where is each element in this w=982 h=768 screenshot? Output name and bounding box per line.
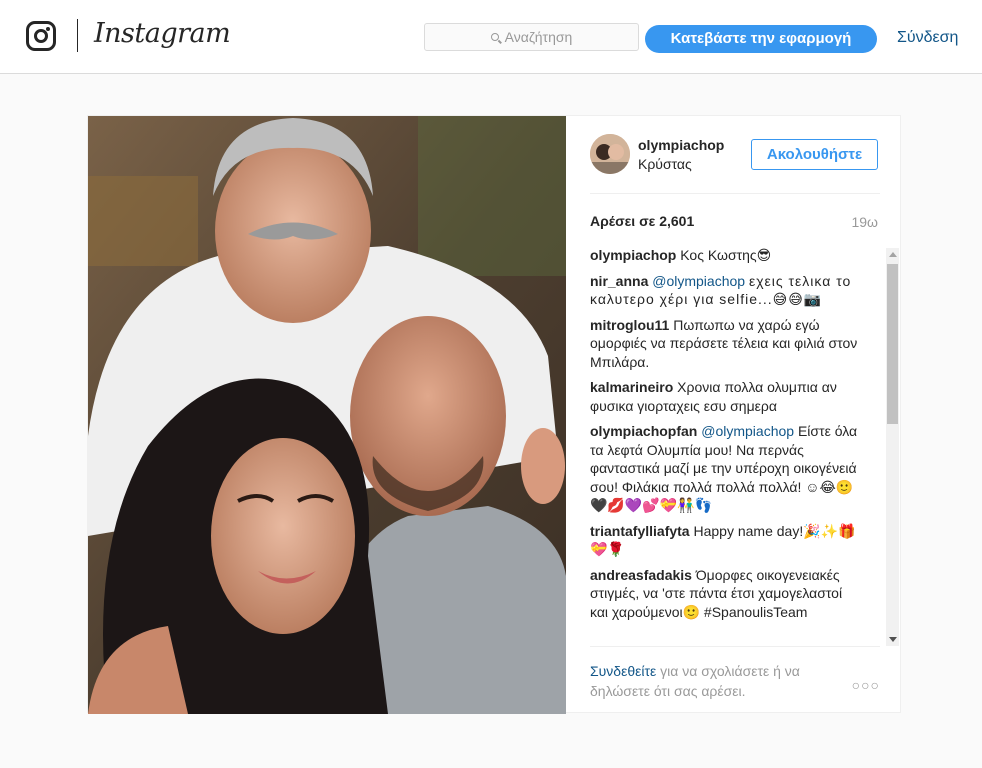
search-placeholder: Αναζήτηση [504,29,573,45]
post-sidebar: olympiachop Κρύστας Ακολουθήστε Αρέσει σ… [566,116,902,714]
post-location[interactable]: Κρύστας [638,156,692,172]
more-options-icon[interactable]: ○○○ [852,677,880,693]
post-footer: Συνδεθείτε για να σχολιάσετε ή να δηλώσε… [590,646,880,714]
comment-username[interactable]: triantafylliafyta [590,523,690,539]
comment-username[interactable]: olympiachopfan [590,423,697,439]
instagram-wordmark[interactable]: Instagram [94,18,231,49]
avatar[interactable] [590,134,630,174]
comments-list: olympiachop Κος Κωστης😎 nir_anna @olympi… [590,246,862,646]
comment-mention[interactable]: @olympiachop [701,423,794,439]
download-app-button[interactable]: Κατεβάστε την εφαρμογή [645,25,877,53]
search-icon [490,33,499,41]
login-prompt-link[interactable]: Συνδεθείτε [590,663,656,679]
instagram-camera-icon[interactable] [26,21,56,51]
logo-divider [77,19,78,52]
post-card: olympiachop Κρύστας Ακολουθήστε Αρέσει σ… [87,115,902,714]
comment-item: olympiachop Κος Κωστης😎 [590,246,862,265]
comment-username[interactable]: andreasfadakis [590,567,692,583]
scroll-down-arrow-icon[interactable] [889,637,897,642]
comment-username[interactable]: kalmarineiro [590,379,673,395]
follow-button[interactable]: Ακολουθήστε [751,139,878,170]
search-input[interactable]: Αναζήτηση [424,23,639,51]
comment-username[interactable]: mitroglou11 [590,317,669,333]
comment-text: Κος Κωστης😎 [680,247,772,263]
comment-username[interactable]: olympiachop [590,247,676,263]
scroll-up-arrow-icon[interactable] [889,252,897,257]
post-header: olympiachop Κρύστας Ακολουθήστε [590,134,880,194]
scrollbar-thumb[interactable] [887,264,898,424]
likes-count[interactable]: Αρέσει σε 2,601 [590,213,694,229]
post-username[interactable]: olympiachop [638,137,724,153]
top-navbar: Instagram Αναζήτηση Κατεβάστε την εφαρμο… [0,0,982,74]
comment-item: nir_anna @olympiachop εχεις τελικα το κα… [590,272,862,309]
comment-item: olympiachopfan @olympiachop Είστε όλα τα… [590,422,862,515]
post-photo [88,116,566,714]
comment-item: kalmarineiro Χρονια πολλα ολυμπια αν φυσ… [590,378,862,415]
post-time[interactable]: 19ω [851,214,878,230]
comment-item: mitroglou11 Πωπωπω να χαρώ εγώ ομορφιές … [590,316,862,372]
comment-username[interactable]: nir_anna [590,273,648,289]
comment-item: andreasfadakis Όμορφες οικογενειακές στι… [590,566,862,622]
login-prompt: Συνδεθείτε για να σχολιάσετε ή να δηλώσε… [590,661,830,701]
login-link[interactable]: Σύνδεση [897,29,958,47]
comments-scrollbar[interactable] [886,248,899,646]
comment-item: triantafylliafyta Happy name day!🎉✨🎁💝🌹 [590,522,862,559]
comment-mention[interactable]: @olympiachop [652,273,745,289]
